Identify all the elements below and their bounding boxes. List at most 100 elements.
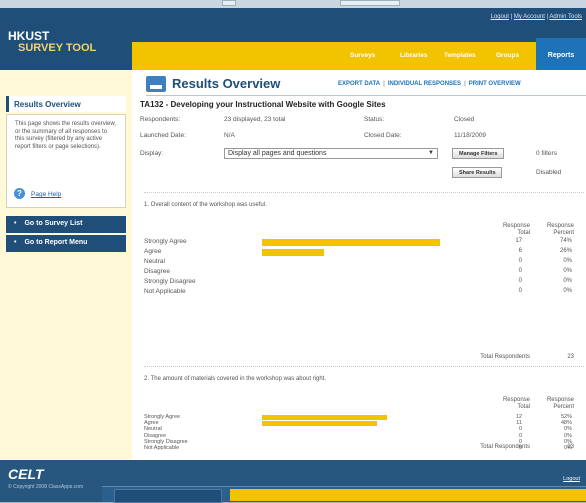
closed-value: 11/18/2009 [454,132,487,139]
response-percent: 48% [560,420,572,427]
display-label: Display: [140,150,164,157]
result-row-label: Strongly Agree [144,414,181,420]
q2-pct-h2: Percent [553,404,574,410]
respondents-label: Respondents: [140,116,181,123]
manage-filters-button[interactable]: Manage Filters [452,148,504,159]
print-overview-link[interactable]: PRINT OVERVIEW [469,81,521,87]
q1-pct-h1: Response [546,223,574,229]
response-percent: 0% [564,426,572,433]
individual-responses-link[interactable]: INDIVIDUAL RESPONSES [388,81,461,87]
nav-libraries[interactable]: Libraries [400,52,427,59]
sidebar-title: Results Overview [6,96,126,112]
response-total: 0 [518,268,522,274]
q1-total-respondents-label: Total Respondents [480,354,530,360]
result-bar [262,420,377,426]
response-total: 0 [518,432,522,439]
logo-line1: HKUST [8,29,50,43]
result-row-label: Strongly Agree [144,238,187,245]
sidebar-description: This page shows the results overview, or… [6,114,126,208]
closed-label: Closed Date: [364,132,402,139]
help-icon[interactable]: ? [14,188,25,199]
nav-groups[interactable]: Groups [496,52,519,59]
response-total: 6 [518,248,522,254]
q2-total-h1: Response [502,397,530,403]
response-total: 12 [515,414,522,420]
logout-link[interactable]: Logout [491,14,509,20]
footer-logout-link[interactable]: Logout [563,476,580,482]
q2-response-total-header: Response Total [494,397,530,411]
page-title: Results Overview [172,76,281,91]
app-header: Logout | My Account | Admin Tools HKUST … [0,8,586,72]
q1-total-h2: Total [517,230,530,236]
sidebar: Results Overview This page shows the res… [0,70,132,460]
q2-total-respondents-value: 23 [567,444,574,450]
my-account-link[interactable]: My Account [514,14,545,20]
result-bar [262,414,387,420]
top-links: Logout | My Account | Admin Tools [490,14,582,20]
share-results-button[interactable]: Share Results [452,167,502,178]
status-value: Closed [454,116,475,123]
q1-pct-h2: Percent [553,230,574,236]
response-total: 0 [518,258,522,264]
go-to-survey-list-label: Go to Survey List [24,220,83,227]
response-percent: 0% [563,268,572,274]
response-total: 0 [518,426,522,433]
q2-response-percent-header: Response Percent [536,397,574,411]
title-row: Results Overview EXPORT DATA | INDIVIDUAL … [146,76,586,96]
q1-total-h1: Response [502,223,530,229]
go-to-report-menu-label: Go to Report Menu [24,239,88,246]
result-row-label: Neutral [144,258,165,265]
main-content: Results Overview EXPORT DATA | INDIVIDUAL … [132,70,586,460]
bullet-icon: • [14,220,17,227]
app-logo[interactable]: HKUST SURVEY TOOL [8,30,96,54]
filters-count: 0 filters [536,150,557,157]
survey-title: TA132 - Developing your Instructional We… [140,100,386,109]
browser-toolbar-strip [0,0,586,8]
go-to-survey-list-button[interactable]: • Go to Survey List [6,216,126,233]
overlapping-window-tab [114,489,222,503]
export-data-link[interactable]: EXPORT DATA [338,81,380,87]
q1-response-total-header: Response Total [494,223,530,237]
toolbar-control[interactable] [222,0,236,6]
response-percent: 0% [564,432,572,439]
question-1-text: 1. Overall content of the workshop was u… [144,202,267,208]
result-row-label: Strongly Disagree [144,438,188,445]
q1-response-percent-header: Response Percent [536,223,574,237]
launched-label: Launched Date: [140,132,186,139]
q2-total-h2: Total [517,404,530,410]
nav-reports[interactable]: Reports [536,38,586,72]
display-select-value: Display all pages and questions [228,150,327,157]
nav-surveys[interactable]: Surveys [350,52,375,59]
overlapping-window-navbar [230,489,586,501]
go-to-report-menu-button[interactable]: • Go to Report Menu [6,235,126,252]
response-percent: 52% [560,414,572,420]
result-row-label: Neutral [144,426,162,433]
result-row-label: Strongly Disagree [144,278,196,285]
share-status: Disabled [536,169,562,176]
nav-templates[interactable]: Templates [444,52,476,59]
q1-total-respondents-value: 23 [567,354,574,360]
sidebar-description-text: This page shows the results overview, or… [15,121,117,150]
chevron-down-icon: ▼ [428,150,434,156]
q2-pct-h1: Response [546,397,574,403]
toolbar-field[interactable] [340,0,400,6]
result-row-label: Not Applicable [144,445,180,451]
q2-total-respondents-label: Total Respondents [480,444,530,450]
response-percent: 0% [563,278,572,284]
response-percent: 26% [559,248,572,254]
question-2-text: 2. The amount of materials covered in th… [144,376,326,382]
bullet-icon: • [14,239,17,246]
section-divider [144,366,584,367]
response-percent: 0% [563,258,572,264]
admin-tools-link[interactable]: Admin Tools [549,14,582,20]
status-label: Status: [364,116,385,123]
result-bar [262,248,324,256]
display-select[interactable]: Display all pages and questions ▼ [224,148,438,159]
footer-logo: CELT [8,466,44,482]
result-row-label: Disagree [144,432,167,439]
page-help-link[interactable]: Page Help [31,191,61,199]
result-row-label: Agree [144,248,162,255]
response-total: 11 [516,420,522,427]
response-total: 0 [518,288,522,294]
result-bar [262,238,440,246]
